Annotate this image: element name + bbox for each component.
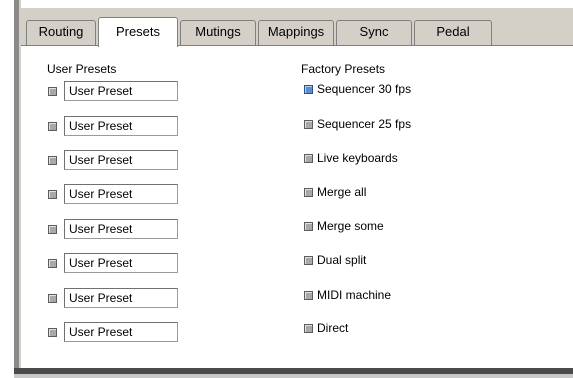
user-preset-7-name[interactable]: [64, 288, 178, 308]
user-preset-8-name[interactable]: [64, 322, 178, 342]
user-preset-1-name[interactable]: [64, 81, 178, 101]
factory-preset-sequencer-30-label[interactable]: Sequencer 30 fps: [317, 82, 411, 96]
user-preset-3-select[interactable]: [48, 156, 57, 165]
tab-routing[interactable]: Routing: [26, 20, 96, 45]
factory-presets-heading: Factory Presets: [301, 62, 386, 76]
user-preset-2-select[interactable]: [48, 122, 57, 131]
user-preset-4-name[interactable]: [64, 184, 178, 204]
user-preset-5-name[interactable]: [64, 219, 178, 239]
factory-preset-direct-label[interactable]: Direct: [317, 321, 348, 335]
tab-sync[interactable]: Sync: [336, 20, 412, 45]
user-preset-4-select[interactable]: [48, 190, 57, 199]
factory-preset-direct-select[interactable]: [304, 324, 313, 333]
factory-preset-sequencer-25-label[interactable]: Sequencer 25 fps: [317, 117, 411, 131]
user-preset-6-name[interactable]: [64, 253, 178, 273]
tab-mappings[interactable]: Mappings: [258, 20, 334, 45]
factory-preset-merge-all-select[interactable]: [304, 188, 313, 197]
factory-preset-dual-split-select[interactable]: [304, 256, 313, 265]
user-preset-1-select[interactable]: [48, 87, 57, 96]
factory-preset-midi-machine-select[interactable]: [304, 291, 313, 300]
tab-pedal[interactable]: Pedal: [414, 20, 492, 45]
factory-preset-merge-all-label[interactable]: Merge all: [317, 185, 366, 199]
factory-preset-live-keyboards-label[interactable]: Live keyboards: [317, 151, 398, 165]
tab-mutings[interactable]: Mutings: [180, 20, 256, 45]
factory-preset-merge-some-label[interactable]: Merge some: [317, 219, 384, 233]
factory-preset-dual-split-label[interactable]: Dual split: [317, 253, 366, 267]
user-preset-5-select[interactable]: [48, 225, 57, 234]
factory-preset-midi-machine-label[interactable]: MIDI machine: [317, 288, 391, 302]
factory-preset-sequencer-30-select[interactable]: [304, 85, 313, 94]
user-preset-2-name[interactable]: [64, 116, 178, 136]
user-preset-8-select[interactable]: [48, 328, 57, 337]
user-preset-7-select[interactable]: [48, 294, 57, 303]
factory-preset-sequencer-25-select[interactable]: [304, 120, 313, 129]
tab-presets[interactable]: Presets: [98, 17, 178, 47]
user-presets-heading: User Presets: [47, 62, 117, 76]
window-bottom-edge: [14, 374, 573, 378]
user-preset-3-name[interactable]: [64, 150, 178, 170]
factory-preset-live-keyboards-select[interactable]: [304, 154, 313, 163]
user-preset-6-select[interactable]: [48, 259, 57, 268]
window-top-edge: [0, 0, 573, 5]
factory-preset-merge-some-select[interactable]: [304, 222, 313, 231]
